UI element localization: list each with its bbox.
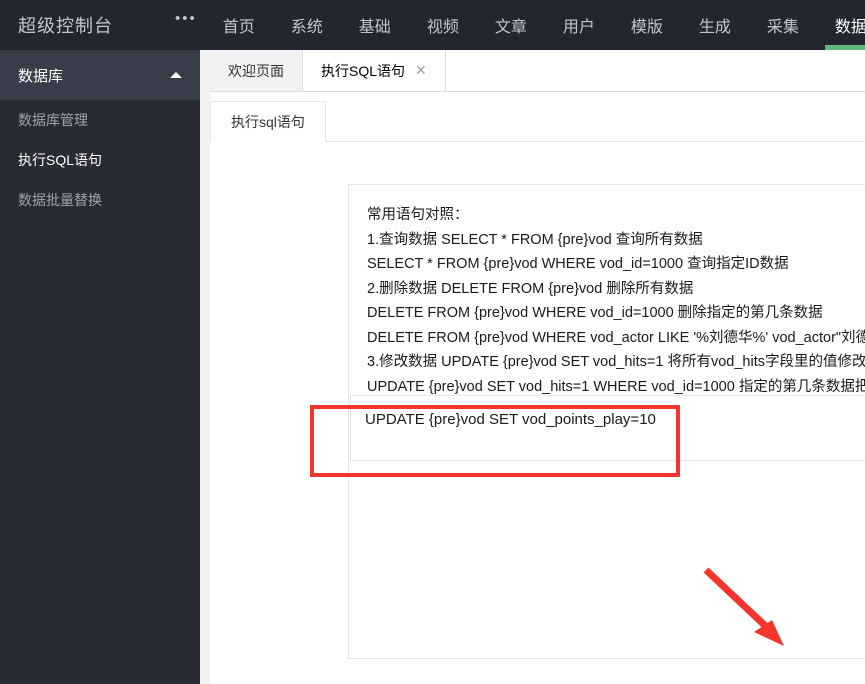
tab-strip: 欢迎页面 执行SQL语句 ✕ (210, 50, 865, 92)
nav-item-system[interactable]: 系统 (273, 0, 341, 50)
app-logo: 超级控制台 (18, 16, 113, 36)
help-line: DELETE FROM {pre}vod WHERE vod_actor LIK… (367, 329, 865, 346)
sidebar-group-database[interactable]: 数据库 (0, 50, 200, 100)
sql-input[interactable] (350, 395, 865, 461)
sidebar-group-label: 数据库 (18, 67, 64, 85)
sidebar-item-execute-sql[interactable]: 执行SQL语句 (0, 140, 200, 180)
sidebar-gutter (200, 50, 210, 684)
help-line: DELETE FROM {pre}vod WHERE vod_id=1000 删… (367, 305, 823, 321)
card-tab-execute-sql[interactable]: 执行sql语句 (210, 101, 326, 142)
top-header: 超级控制台 ••• 首页 系统 基础 视频 文章 用户 模版 生成 采集 数据库 (0, 0, 865, 50)
tab-welcome[interactable]: 欢迎页面 (210, 50, 303, 91)
tab-label: 执行SQL语句 (321, 62, 406, 79)
sidebar-item-label: 数据批量替换 (18, 192, 102, 208)
card-tab-label: 执行sql语句 (231, 113, 305, 130)
sidebar-item-database-manage[interactable]: 数据库管理 (0, 100, 200, 140)
sidebar: 数据库 数据库管理 执行SQL语句 数据批量替换 (0, 50, 200, 684)
sidebar-item-label: 执行SQL语句 (18, 152, 103, 168)
help-line: SELECT * FROM {pre}vod WHERE vod_id=1000… (367, 256, 789, 272)
help-line: 1.查询数据 SELECT * FROM {pre}vod 查询所有数据 (367, 231, 703, 248)
nav-item-template[interactable]: 模版 (613, 0, 681, 50)
content-card: 执行sql语句 常用语句对照： 1.查询数据 SELECT * FROM {pr… (210, 101, 865, 684)
tab-label: 欢迎页面 (228, 62, 284, 79)
sql-form: 常用语句对照： 1.查询数据 SELECT * FROM {pre}vod 查询… (210, 142, 865, 659)
nav-item-home[interactable]: 首页 (205, 0, 273, 50)
card-tab-strip: 执行sql语句 (210, 101, 865, 142)
nav-item-video[interactable]: 视频 (409, 0, 477, 50)
ellipsis-icon[interactable]: ••• (175, 0, 197, 50)
help-line: 常用语句对照： (367, 207, 469, 223)
chevron-up-icon[interactable] (170, 72, 182, 78)
help-line: 3.修改数据 UPDATE {pre}vod SET vod_hits=1 将所… (367, 354, 865, 370)
sidebar-item-label: 数据库管理 (18, 112, 88, 128)
nav-item-generate[interactable]: 生成 (681, 0, 749, 50)
form-actions: 确认执行 还 原 (350, 675, 865, 684)
nav-item-article[interactable]: 文章 (477, 0, 545, 50)
tab-execute-sql[interactable]: 执行SQL语句 ✕ (303, 50, 446, 91)
nav-item-user[interactable]: 用户 (545, 0, 613, 50)
close-icon[interactable]: ✕ (415, 62, 427, 79)
nav-item-collect[interactable]: 采集 (749, 0, 817, 50)
app-root: 超级控制台 ••• 首页 系统 基础 视频 文章 用户 模版 生成 采集 数据库… (0, 0, 865, 684)
sidebar-item-batch-replace[interactable]: 数据批量替换 (0, 180, 200, 220)
nav-item-basic[interactable]: 基础 (341, 0, 409, 50)
help-line: 2.删除数据 DELETE FROM {pre}vod 删除所有数据 (367, 280, 694, 297)
nav-item-database[interactable]: 数据库 (817, 0, 865, 50)
